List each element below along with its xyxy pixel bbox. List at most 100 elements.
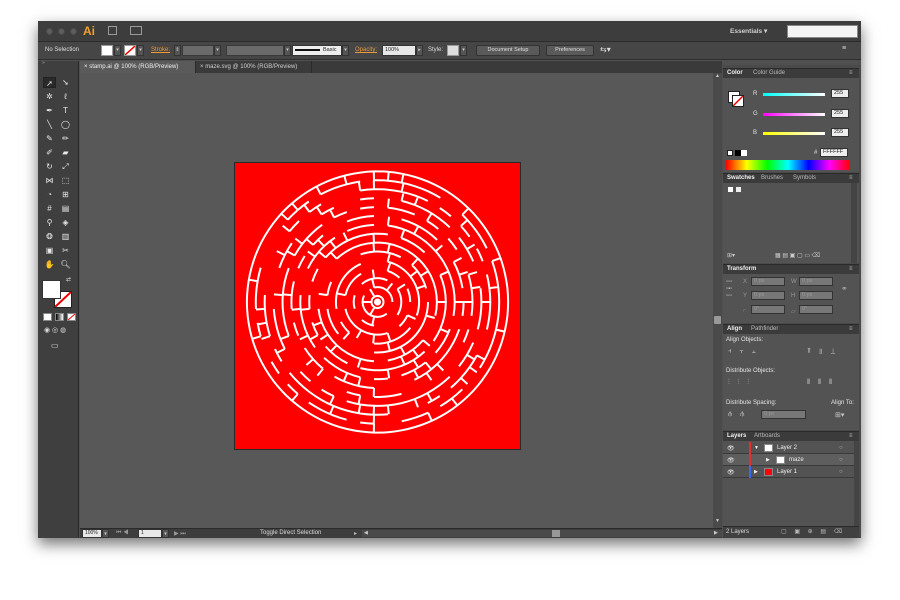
next-artboard-icon[interactable]: ▶ ⏭ — [174, 530, 186, 538]
swatch-tools-icon[interactable]: ▦ ▤ ▣ ▢ ▭ ⌫ — [775, 252, 820, 259]
white-color-icon[interactable] — [741, 150, 747, 156]
preferences-button[interactable]: Preferences — [546, 45, 594, 56]
tab-layers[interactable]: Layers — [727, 433, 746, 439]
eraser-tool-icon[interactable]: ▰ — [59, 147, 72, 158]
layer-actions-icons[interactable]: ▢ ▣ ⊕ ▤ ⌫ — [781, 528, 845, 535]
w-field[interactable]: 0 px — [799, 277, 833, 286]
swatch-none[interactable] — [727, 186, 734, 193]
mesh-tool-icon[interactable]: # — [43, 203, 56, 214]
none-mode-icon[interactable] — [67, 313, 76, 321]
document-setup-button[interactable]: Document Setup — [476, 45, 540, 56]
minimize-window-button[interactable] — [58, 28, 65, 35]
layer-name[interactable]: Layer 2 — [777, 445, 797, 451]
rotate-tool-icon[interactable]: ↻ — [43, 161, 56, 172]
tab-close-icon[interactable]: × — [200, 64, 204, 70]
constrain-proportions-icon[interactable]: ⚭ — [841, 284, 848, 293]
expand-arrow-icon[interactable]: ▶ — [754, 469, 758, 475]
expand-arrow-icon[interactable]: ▶ — [766, 457, 770, 463]
tab-symbols[interactable]: Symbols — [793, 175, 816, 181]
shape-builder-tool-icon[interactable]: ◔ — [43, 189, 56, 200]
style-dropdown[interactable]: ▾ — [460, 45, 467, 56]
panel-menu-icon[interactable]: ≡ — [849, 326, 853, 332]
control-panel-menu-icon[interactable]: ≡ — [842, 45, 846, 52]
x-field[interactable]: 0 px — [751, 277, 785, 286]
canvas-area[interactable] — [80, 73, 713, 528]
maze-artwork[interactable] — [235, 163, 520, 449]
bridge-icon[interactable] — [108, 26, 117, 35]
panel-menu-icon[interactable]: ≡ — [849, 266, 853, 272]
artboard-tool-icon[interactable]: ▣ — [43, 245, 56, 256]
fill-color-box[interactable] — [42, 280, 61, 299]
target-circle-icon[interactable]: ○ — [839, 469, 843, 475]
r-value[interactable]: 255 — [831, 89, 849, 98]
swatches-scrollbar[interactable] — [851, 183, 857, 263]
blob-brush-tool-icon[interactable]: ✐ — [43, 147, 56, 158]
y-field[interactable]: 0 px — [751, 291, 785, 300]
panel-menu-icon[interactable]: ≡ — [849, 70, 853, 76]
gradient-tool-icon[interactable]: ▤ — [59, 203, 72, 214]
shear-field[interactable]: 0° — [799, 305, 833, 314]
stroke-label[interactable]: Stroke: — [151, 47, 170, 53]
opacity-dropdown[interactable]: ▸ — [416, 45, 423, 56]
zoom-field[interactable]: 100% — [82, 529, 102, 538]
b-slider[interactable] — [763, 132, 825, 135]
layer-name[interactable]: maze — [789, 457, 804, 463]
horizontal-scroll-thumb[interactable] — [552, 530, 560, 537]
distribute-spacing-buttons[interactable]: ⫛ ⫛ — [728, 411, 747, 419]
g-value[interactable]: 255 — [831, 109, 849, 118]
hex-value[interactable]: FFFFFF — [820, 148, 848, 157]
brush-definition[interactable]: Basic — [292, 45, 342, 56]
search-input[interactable] — [787, 25, 858, 38]
scroll-right-icon[interactable]: ▶ — [714, 530, 718, 536]
ellipse-tool-icon[interactable]: ◯ — [59, 119, 72, 130]
column-graph-tool-icon[interactable]: ▥ — [59, 231, 72, 242]
opacity-field[interactable]: 100% — [382, 45, 416, 56]
profile-dropdown[interactable]: ▾ — [284, 45, 291, 56]
panel-menu-icon[interactable]: ≡ — [849, 433, 853, 439]
layer-row[interactable]: 👁︎ ▶ maze ○ — [723, 454, 854, 466]
layers-scrollbar[interactable] — [854, 441, 859, 526]
type-tool-icon[interactable]: T — [59, 105, 72, 116]
distribute-objects-buttons[interactable]: ⫶ ⫶ ⫶ — [728, 379, 752, 387]
scroll-down-icon[interactable]: ▼ — [715, 518, 720, 524]
tab-close-icon[interactable]: × — [84, 64, 88, 70]
layer-name[interactable]: Layer 1 — [777, 469, 797, 475]
opacity-label[interactable]: Opacity: — [355, 47, 377, 53]
stroke-weight-dropdown[interactable]: ▾ — [214, 45, 221, 56]
zoom-dropdown[interactable]: ▾ — [102, 529, 109, 538]
stroke-weight-stepper[interactable]: ⇕ — [174, 45, 181, 56]
tab-color-guide[interactable]: Color Guide — [753, 70, 785, 76]
gradient-mode-icon[interactable] — [55, 313, 64, 321]
tab-artboards[interactable]: Artboards — [754, 433, 780, 439]
collapse-icon[interactable]: » — [42, 60, 45, 66]
fill-swatch[interactable] — [101, 45, 113, 56]
fill-dropdown[interactable]: ▾ — [114, 45, 121, 56]
symbol-sprayer-tool-icon[interactable]: ❂ — [43, 231, 56, 242]
tab-transform[interactable]: Transform — [727, 266, 756, 272]
first-artboard-icon[interactable]: ⏮ ◀ — [116, 530, 128, 537]
slice-tool-icon[interactable]: ✂ — [59, 245, 72, 256]
target-circle-icon[interactable]: ○ — [839, 457, 843, 463]
status-menu-icon[interactable]: ▸ — [354, 530, 357, 537]
b-value[interactable]: 255 — [831, 128, 849, 137]
color-spectrum[interactable] — [726, 160, 850, 170]
spacing-field[interactable]: 0 px — [761, 410, 806, 419]
magic-wand-tool-icon[interactable]: ✲ — [43, 91, 56, 102]
target-circle-icon[interactable]: ○ — [839, 445, 843, 451]
vertical-scroll-thumb[interactable] — [714, 316, 721, 324]
tab-pathfinder[interactable]: Pathfinder — [751, 326, 778, 332]
visibility-eye-icon[interactable]: 👁︎ — [727, 457, 735, 464]
arrange-icon[interactable]: ⇆▾ — [600, 45, 611, 54]
swap-fill-stroke-icon[interactable]: ⇄ — [66, 276, 71, 283]
stroke-dropdown[interactable]: ▾ — [137, 45, 144, 56]
blend-tool-icon[interactable]: ◈ — [59, 217, 72, 228]
selection-tool-icon[interactable]: ➚ — [43, 77, 56, 88]
stroke-weight-field[interactable] — [182, 45, 214, 56]
graphic-style-swatch[interactable] — [447, 45, 459, 56]
h-field[interactable]: 0 px — [799, 291, 833, 300]
align-vertical-buttons[interactable]: ⫪ ⫫ ⊥ — [807, 348, 838, 356]
tab-stamp[interactable]: × stamp.ai @ 100% (RGB/Preview) — [80, 61, 196, 73]
tab-align[interactable]: Align — [727, 326, 742, 332]
arrange-documents-icon[interactable] — [130, 26, 142, 35]
pen-tool-icon[interactable]: ✒ — [43, 105, 56, 116]
